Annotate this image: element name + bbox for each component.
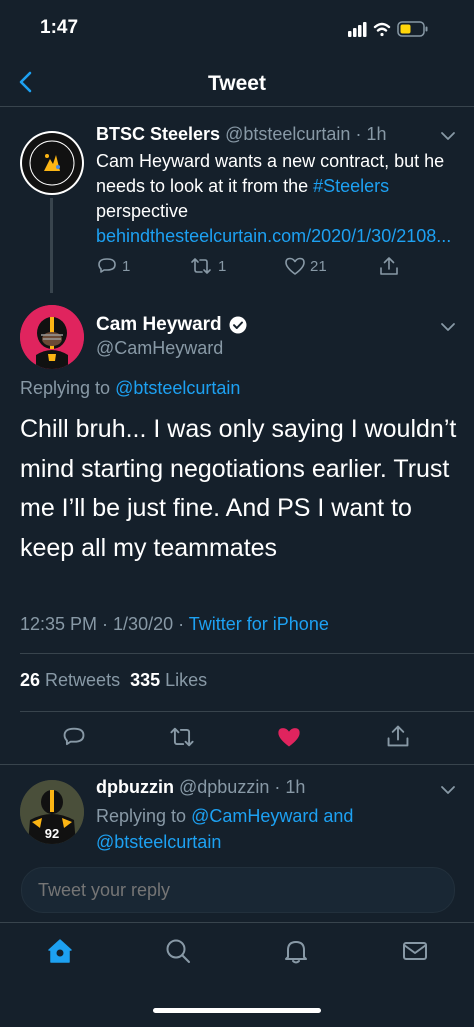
- author-name-row: Cam Heyward: [96, 314, 247, 336]
- reply-composer[interactable]: [21, 867, 455, 913]
- divider: [20, 711, 474, 712]
- reply-input[interactable]: [36, 879, 440, 902]
- tweet-meta: 12:35 PM · 1/30/20 · Twitter for iPhone: [20, 614, 329, 635]
- share-icon[interactable]: [385, 723, 411, 749]
- reply-tweet-header: dpbuzzin @dpbuzzin · 1h: [96, 777, 305, 798]
- reply-count: 1: [122, 257, 131, 275]
- cam-heyward-avatar[interactable]: [20, 305, 84, 369]
- author-name[interactable]: BTSC Steelers: [96, 124, 220, 144]
- svg-text:92: 92: [45, 826, 59, 841]
- messages-mail-icon[interactable]: [401, 937, 429, 965]
- author-name[interactable]: Cam Heyward: [96, 314, 222, 336]
- chevron-down-icon[interactable]: [439, 318, 457, 336]
- divider: [0, 764, 474, 765]
- reply-icon[interactable]: [61, 724, 87, 750]
- retweet-icon: [191, 258, 211, 274]
- replying-to-link[interactable]: @btsteelcurtain: [96, 832, 221, 852]
- parent-tweet-text: Cam Heyward wants a new contract, but he…: [96, 149, 451, 249]
- replying-to-link[interactable]: @CamHeyward: [191, 806, 318, 826]
- battery-icon: [397, 21, 428, 37]
- search-icon[interactable]: [164, 937, 192, 965]
- article-link[interactable]: behindthesteelcurtain.com/2020/1/30/2108…: [96, 226, 451, 246]
- page-title: Tweet: [208, 72, 266, 95]
- status-time: 1:47: [40, 17, 79, 38]
- author-handle: @btsteelcurtain: [225, 124, 351, 144]
- retweet-action[interactable]: 1: [188, 255, 226, 277]
- dpbuzzin-avatar[interactable]: 92: [20, 780, 84, 844]
- chevron-down-icon[interactable]: [439, 781, 457, 799]
- nav-bar: Tweet: [0, 60, 474, 107]
- like-count: 21: [310, 257, 327, 275]
- main-tweet-text: Chill bruh... I was only saying I wouldn…: [20, 415, 457, 562]
- likes-stat[interactable]: 335 Likes: [130, 670, 207, 690]
- verified-badge-icon: [229, 316, 247, 334]
- replying-and: and: [318, 806, 354, 826]
- tweet-timestamp: 12:35 PM · 1/30/20 ·: [20, 614, 189, 634]
- engagement-counts: 26 Retweets 335 Likes: [20, 670, 207, 691]
- share-icon: [380, 257, 398, 275]
- thread-connector: [50, 198, 53, 293]
- parent-tweet-header: BTSC Steelers @btsteelcurtain · 1h: [96, 124, 386, 145]
- tweet-time: · 1h: [355, 124, 387, 144]
- tweet-text-part: perspective: [96, 201, 189, 221]
- likes-number: 335: [130, 670, 161, 690]
- hashtag-link[interactable]: #Steelers: [313, 176, 389, 196]
- divider: [20, 653, 474, 654]
- chevron-down-icon[interactable]: [439, 127, 457, 145]
- notifications-bell-icon[interactable]: [282, 937, 310, 965]
- author-handle: @dpbuzzin: [179, 777, 270, 797]
- share-action[interactable]: [378, 255, 400, 277]
- tweet-source-link[interactable]: Twitter for iPhone: [189, 614, 329, 634]
- reply-action[interactable]: 1: [96, 255, 130, 277]
- reply-replying-to: Replying to @CamHeyward and @btsteelcurt…: [96, 803, 448, 855]
- heart-icon: [285, 257, 305, 275]
- likes-label: Likes: [160, 670, 208, 690]
- status-icons: [342, 18, 452, 40]
- heart-filled-icon[interactable]: [276, 724, 302, 750]
- signal-icon: [348, 22, 367, 37]
- replying-prefix: Replying to: [96, 806, 192, 826]
- wifi-icon: [373, 22, 391, 37]
- tweet-text-part: Cam Heyward wants a new contract, but he…: [96, 151, 445, 196]
- tweet-time: · 1h: [274, 777, 306, 797]
- btsc-avatar[interactable]: [20, 131, 84, 195]
- replying-to-link[interactable]: @btsteelcurtain: [115, 378, 240, 398]
- author-name[interactable]: dpbuzzin: [96, 777, 174, 797]
- replying-to: Replying to @btsteelcurtain: [20, 378, 240, 399]
- like-action[interactable]: 21: [284, 255, 327, 277]
- home-icon[interactable]: [46, 937, 74, 965]
- parent-tweet-actions: 1 1 21: [96, 255, 406, 279]
- reply-icon: [98, 258, 116, 273]
- home-indicator[interactable]: [153, 1008, 321, 1013]
- replying-prefix: Replying to: [20, 378, 116, 398]
- author-handle: @CamHeyward: [96, 338, 224, 358]
- retweet-icon[interactable]: [167, 724, 197, 750]
- main-tweet-actions: [0, 722, 474, 752]
- retweet-count: 1: [218, 257, 227, 275]
- retweets-label: Retweets: [40, 670, 121, 690]
- retweets-stat[interactable]: 26 Retweets: [20, 670, 120, 690]
- retweets-number: 26: [20, 670, 41, 690]
